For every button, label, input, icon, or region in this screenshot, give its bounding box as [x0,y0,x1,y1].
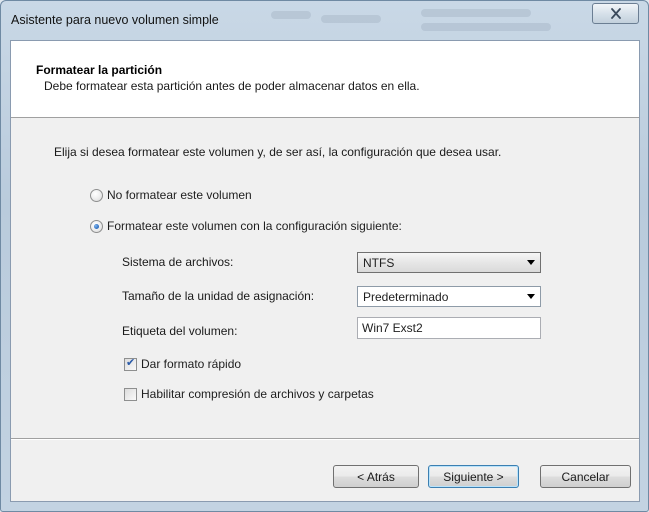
next-button[interactable]: Siguiente > [428,465,519,488]
allocation-label: Tamaño de la unidad de asignación: [122,289,315,303]
compression-label: Habilitar compresión de archivos y carpe… [141,387,374,401]
radio-no-format-indicator[interactable] [90,188,103,202]
wizard-header: Formatear la partición Debe formatear es… [11,41,639,118]
volume-label-input[interactable]: Win7 Exst2 [357,317,541,339]
page-title: Formatear la partición [36,63,163,77]
cancel-button[interactable]: Cancelar [540,465,631,488]
footer-divider [11,438,639,440]
close-button[interactable] [592,3,639,24]
background-blur [321,15,381,23]
wizard-body: Formatear la partición Debe formatear es… [10,40,640,502]
volume-label-label: Etiqueta del volumen: [122,324,238,338]
page-subtitle: Debe formatear esta partición antes de p… [44,79,420,93]
volume-label-value: Win7 Exst2 [362,321,423,335]
radio-format[interactable]: Formatear este volumen con la configurac… [90,219,402,233]
background-blur [271,11,311,19]
title-bar[interactable]: Asistente para nuevo volumen simple [1,1,648,41]
close-icon [610,8,621,19]
allocation-select[interactable]: Predeterminado [357,286,541,307]
quick-format-label: Dar formato rápido [141,357,242,371]
chevron-down-icon [527,260,535,265]
background-blur [421,9,531,17]
allocation-value: Predeterminado [363,289,449,304]
filesystem-label: Sistema de archivos: [122,255,234,269]
back-button[interactable]: < Atrás [333,465,419,488]
filesystem-value: NTFS [363,255,395,270]
compression-box[interactable] [124,387,137,401]
radio-no-format[interactable]: No formatear este volumen [90,188,252,202]
intro-text: Elija si desea formatear este volumen y,… [54,145,502,159]
chevron-down-icon [527,294,535,299]
window-title: Asistente para nuevo volumen simple [11,13,219,27]
compression-checkbox[interactable]: Habilitar compresión de archivos y carpe… [124,387,374,401]
wizard-window: Asistente para nuevo volumen simple Form… [0,0,649,512]
radio-no-format-label: No formatear este volumen [107,188,252,202]
filesystem-select[interactable]: NTFS [357,252,541,273]
quick-format-box[interactable] [124,356,137,371]
quick-format-checkbox[interactable]: Dar formato rápido [124,356,242,371]
radio-format-indicator[interactable] [90,219,103,233]
background-blur [421,23,551,31]
radio-format-label: Formatear este volumen con la configurac… [107,219,402,233]
